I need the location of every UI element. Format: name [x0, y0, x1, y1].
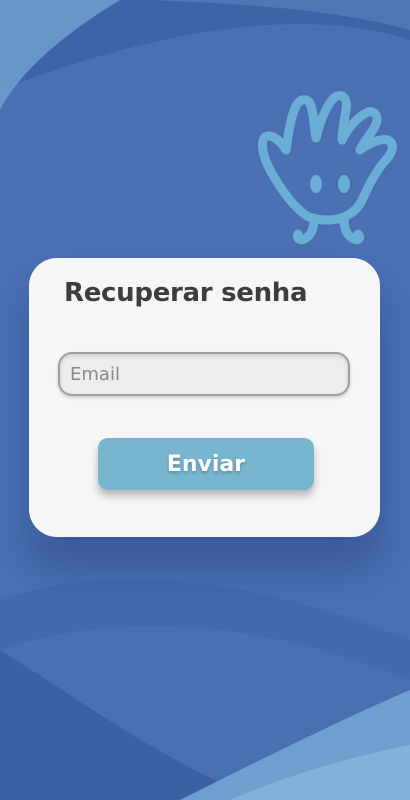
hand-mascot-icon	[257, 91, 397, 245]
recover-password-card: Recuperar senha Enviar	[29, 258, 380, 537]
page-title: Recuperar senha	[64, 278, 308, 308]
send-button[interactable]: Enviar	[98, 438, 314, 490]
email-field[interactable]	[58, 352, 350, 396]
